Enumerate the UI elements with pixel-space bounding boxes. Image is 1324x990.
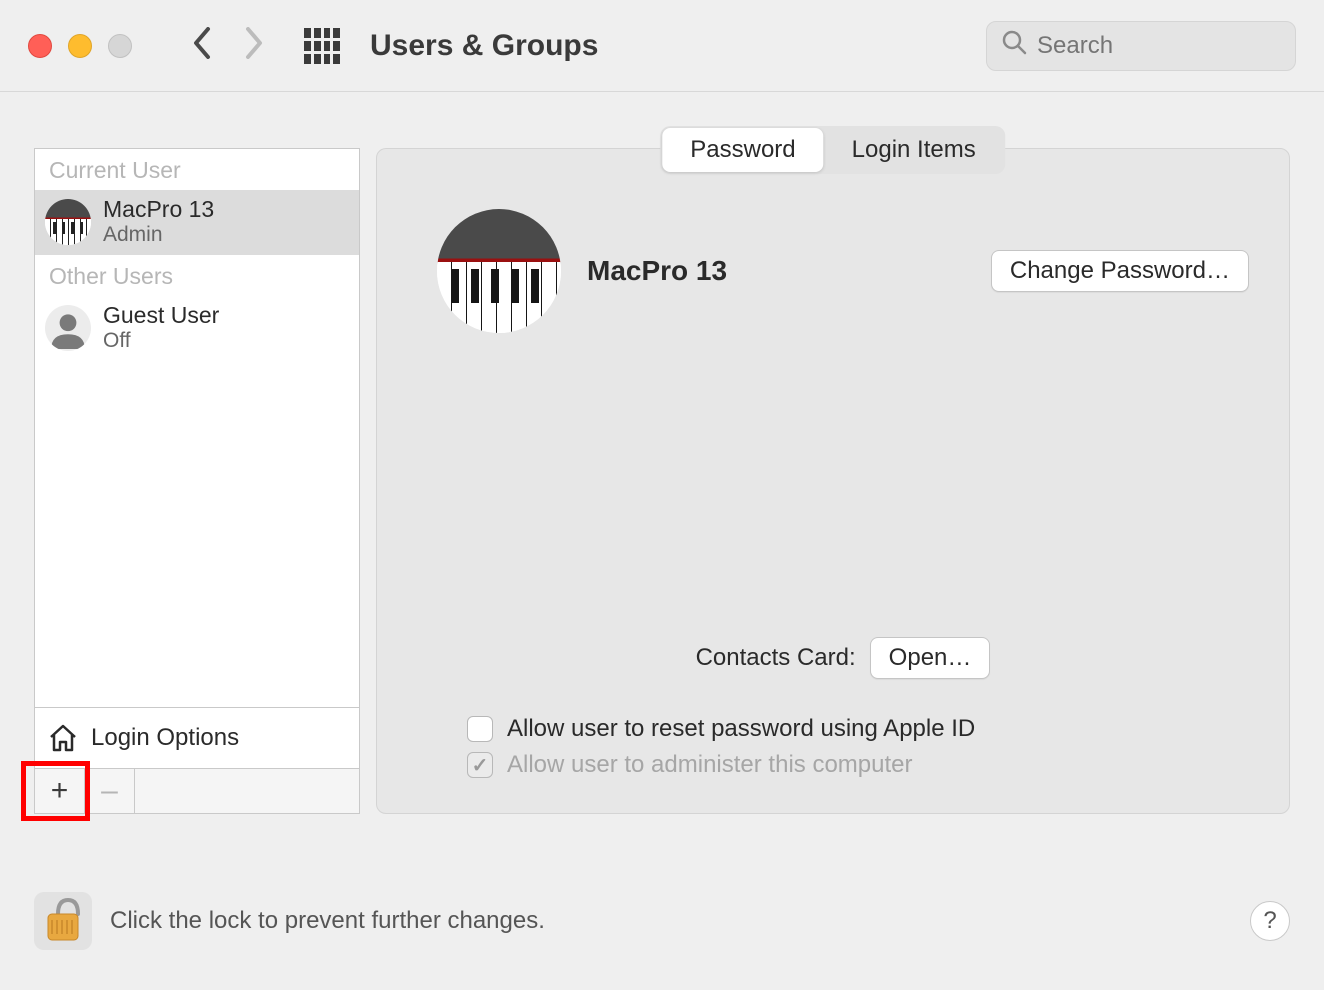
maximize-button[interactable] — [108, 34, 132, 58]
remove-user-button[interactable]: – — [85, 769, 135, 813]
user-name: Guest User — [103, 302, 219, 329]
lock-icon — [42, 894, 84, 949]
avatar — [45, 199, 91, 245]
contacts-card-label: Contacts Card: — [696, 644, 856, 672]
lock-text: Click the lock to prevent further change… — [110, 907, 1232, 935]
administer-checkbox — [467, 752, 493, 778]
panel-body: MacPro 13 Change Password… Contacts Card… — [376, 148, 1290, 814]
contacts-card-row: Contacts Card: Open… — [437, 637, 1249, 679]
search-box[interactable] — [986, 21, 1296, 71]
user-name: MacPro 13 — [103, 196, 214, 223]
user-avatar[interactable] — [437, 209, 561, 333]
reset-password-checkbox[interactable] — [467, 716, 493, 742]
user-row-current[interactable]: MacPro 13 Admin — [35, 190, 359, 255]
change-password-button[interactable]: Change Password… — [991, 250, 1249, 292]
user-row-guest[interactable]: Guest User Off — [35, 296, 359, 361]
home-icon — [47, 722, 79, 754]
traffic-lights — [28, 34, 132, 58]
nav-arrows — [192, 27, 264, 65]
lock-button[interactable] — [34, 892, 92, 950]
tab-password[interactable]: Password — [662, 128, 823, 172]
help-button[interactable]: ? — [1250, 901, 1290, 941]
add-user-button[interactable]: + — [35, 769, 85, 813]
add-remove-row: + – — [35, 769, 359, 813]
users-sidebar: Current User MacPro 13 Admin Other Users… — [34, 148, 360, 814]
back-button[interactable] — [192, 27, 212, 65]
user-display-name: MacPro 13 — [587, 255, 965, 287]
avatar — [45, 305, 91, 351]
titlebar: Users & Groups — [0, 0, 1324, 92]
user-header: MacPro 13 Change Password… — [437, 209, 1249, 333]
open-contacts-button[interactable]: Open… — [870, 637, 991, 679]
search-input[interactable] — [1037, 32, 1281, 60]
content-panel: Password Login Items MacPro 13 Change Pa… — [376, 148, 1290, 814]
tab-login-items[interactable]: Login Items — [824, 128, 1004, 172]
other-users-header: Other Users — [35, 255, 359, 296]
main-area: Current User MacPro 13 Admin Other Users… — [0, 92, 1324, 834]
reset-password-label: Allow user to reset password using Apple… — [507, 715, 975, 743]
show-all-preferences-button[interactable] — [304, 28, 340, 64]
administer-row: Allow user to administer this computer — [437, 747, 1249, 783]
tab-bar: Password Login Items — [660, 126, 1005, 174]
minimize-button[interactable] — [68, 34, 92, 58]
user-role: Admin — [103, 223, 214, 247]
footer: Click the lock to prevent further change… — [34, 892, 1290, 950]
reset-password-row: Allow user to reset password using Apple… — [437, 711, 1249, 747]
search-icon — [1001, 29, 1027, 62]
help-icon: ? — [1263, 907, 1276, 935]
administer-label: Allow user to administer this computer — [507, 751, 913, 779]
user-status: Off — [103, 329, 219, 353]
window-title: Users & Groups — [370, 29, 986, 63]
current-user-header: Current User — [35, 149, 359, 190]
forward-button[interactable] — [244, 27, 264, 65]
login-options-label: Login Options — [91, 724, 239, 752]
login-options-button[interactable]: Login Options — [35, 708, 359, 769]
close-button[interactable] — [28, 34, 52, 58]
